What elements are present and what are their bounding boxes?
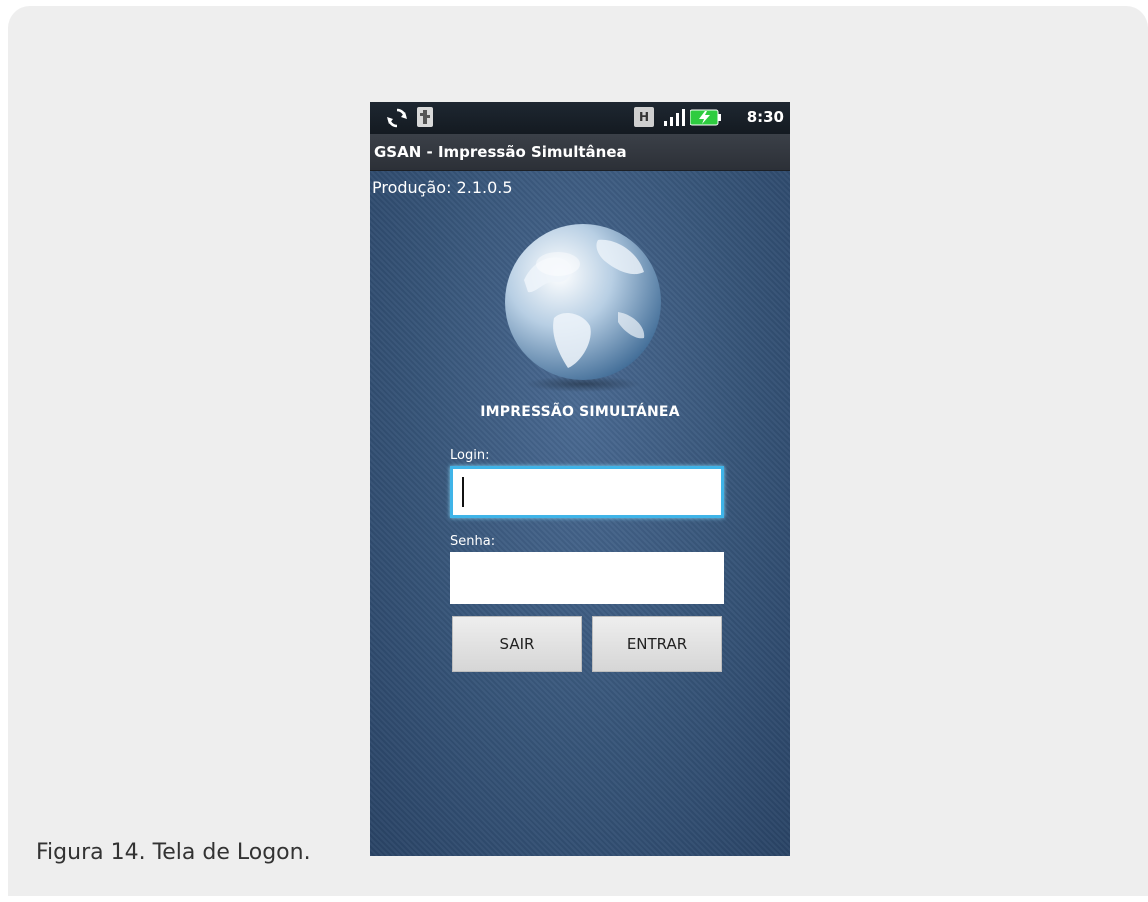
- status-bar: H 8:30: [370, 102, 790, 134]
- login-label: Login:: [450, 448, 490, 463]
- battery-charging-icon: [690, 109, 721, 126]
- app-title: GSAN - Impressão Simultânea: [374, 143, 627, 161]
- app-title-bar: GSAN - Impressão Simultânea: [370, 134, 790, 171]
- entrar-button[interactable]: ENTRAR: [592, 616, 722, 672]
- sair-button[interactable]: SAIR: [452, 616, 582, 672]
- signal-icon: [664, 109, 685, 126]
- figure-caption: Figura 14. Tela de Logon.: [36, 840, 311, 865]
- usb-icon: [417, 107, 433, 127]
- senha-input[interactable]: [450, 552, 724, 604]
- h-network-icon: H: [634, 107, 654, 127]
- phone-screen: H 8:30 GSAN - Impressão Simultânea Produ…: [370, 102, 790, 856]
- status-time: 8:30: [746, 108, 784, 126]
- sync-icon: [387, 108, 407, 128]
- globe-icon: [505, 224, 661, 392]
- text-cursor: [462, 477, 464, 507]
- brand-title: IMPRESSÃO SIMULTÁNEA: [480, 404, 680, 420]
- h-network-label: H: [639, 110, 649, 124]
- senha-label: Senha:: [450, 534, 496, 549]
- version-text: Produção: 2.1.0.5: [372, 178, 513, 197]
- login-input[interactable]: [450, 466, 724, 518]
- figure-frame: H 8:30 GSAN - Impressão Simultânea Produ…: [8, 6, 1148, 896]
